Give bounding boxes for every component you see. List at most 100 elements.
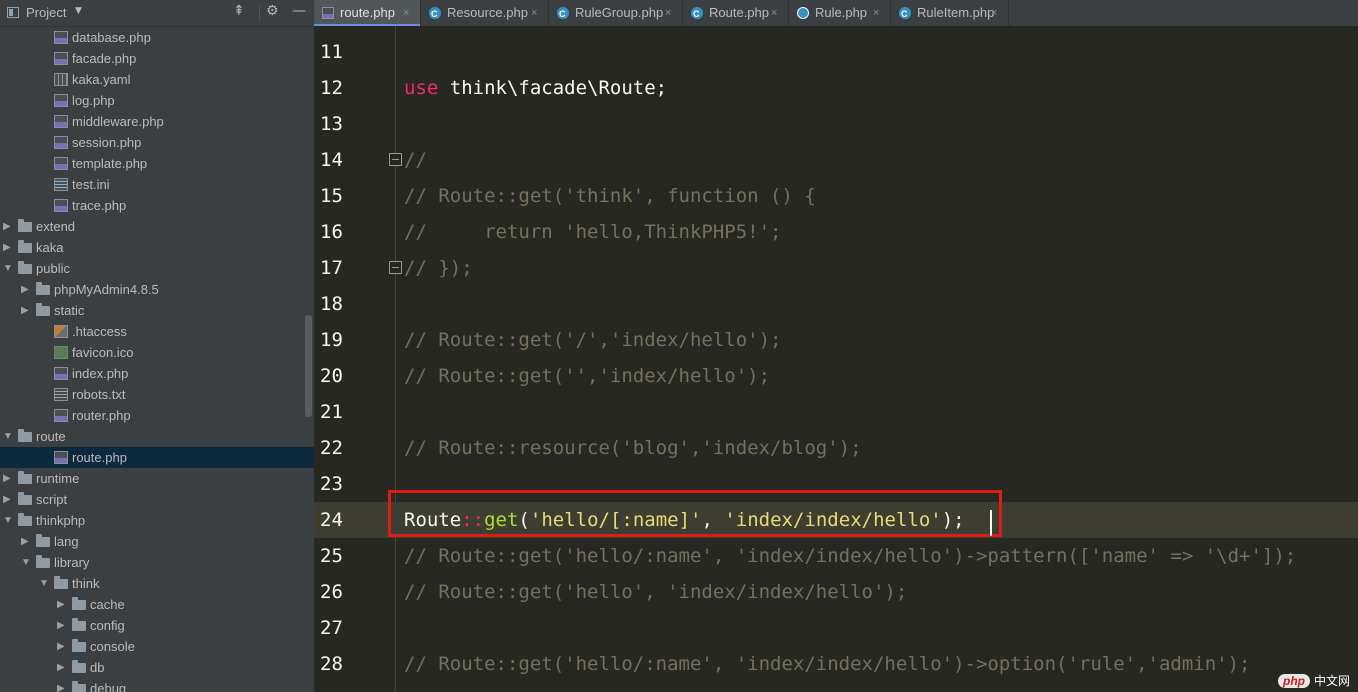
fold-marker-icon[interactable] xyxy=(389,261,402,274)
collapsed-arrow-icon[interactable]: ▶ xyxy=(21,279,31,300)
collapsed-arrow-icon[interactable]: ▶ xyxy=(3,237,13,258)
fold-marker-icon[interactable] xyxy=(389,153,402,166)
tree-file[interactable]: session.php xyxy=(0,132,314,153)
hide-panel-icon[interactable]: — xyxy=(292,3,306,19)
tree-file[interactable]: facade.php xyxy=(0,48,314,69)
project-view-selector[interactable]: Project xyxy=(26,5,66,20)
line-number: 25 xyxy=(320,545,343,567)
tree-file[interactable]: test.ini xyxy=(0,174,314,195)
code-line[interactable]: 12 use think\facade\Route; xyxy=(314,70,1358,106)
tree-item-label: phpMyAdmin4.8.5 xyxy=(54,282,159,297)
code-line[interactable]: 27 xyxy=(314,610,1358,646)
close-icon[interactable]: × xyxy=(873,0,879,26)
tree-file[interactable]: route.php xyxy=(0,447,314,468)
htaccess-file-icon xyxy=(54,325,68,338)
collapsed-arrow-icon[interactable]: ▶ xyxy=(3,216,13,237)
code-line[interactable]: 22 // Route::resource('blog','index/blog'… xyxy=(314,430,1358,466)
tree-item-label: kaka.yaml xyxy=(72,72,131,87)
tree-folder[interactable]: ▶ cache xyxy=(0,594,314,615)
code-line[interactable]: 19 // Route::get('/','index/hello'); xyxy=(314,322,1358,358)
code-line[interactable]: 11 xyxy=(314,34,1358,70)
close-icon[interactable]: × xyxy=(991,0,997,26)
collapsed-arrow-icon[interactable]: ▶ xyxy=(21,531,31,552)
tree-folder[interactable]: ▶ debug xyxy=(0,678,314,692)
tree-file[interactable]: robots.txt xyxy=(0,384,314,405)
tree-folder[interactable]: ▼ thinkphp xyxy=(0,510,314,531)
line-number: 24 xyxy=(320,509,343,531)
tree-folder[interactable]: ▶ config xyxy=(0,615,314,636)
tree-folder[interactable]: ▶ db xyxy=(0,657,314,678)
tree-item-label: .htaccess xyxy=(72,324,127,339)
folder-icon xyxy=(72,660,86,673)
tree-folder[interactable]: ▶ phpMyAdmin4.8.5 xyxy=(0,279,314,300)
tree-scrollbar[interactable] xyxy=(305,315,312,417)
tree-file[interactable]: router.php xyxy=(0,405,314,426)
collapsed-arrow-icon[interactable]: ▶ xyxy=(3,489,13,510)
class-icon xyxy=(557,1,569,27)
collapsed-arrow-icon[interactable]: ▶ xyxy=(57,678,67,692)
tab-label: Route.php xyxy=(709,5,769,20)
collapsed-arrow-icon[interactable]: ▶ xyxy=(3,468,13,489)
editor-tab[interactable]: Route.php× xyxy=(683,0,789,27)
tree-item-label: runtime xyxy=(36,471,80,486)
tree-folder[interactable]: ▼ public xyxy=(0,258,314,279)
code-line[interactable]: 26 // Route::get('hello', 'index/index/he… xyxy=(314,574,1358,610)
tree-folder[interactable]: ▶ script xyxy=(0,489,314,510)
collapsed-arrow-icon[interactable]: ▶ xyxy=(57,594,67,615)
editor-tab[interactable]: RuleGroup.php× xyxy=(549,0,683,27)
tree-folder[interactable]: ▶ kaka xyxy=(0,237,314,258)
editor-tab[interactable]: RuleItem.php× xyxy=(891,0,1009,27)
gear-icon[interactable]: ⚙ xyxy=(266,3,279,19)
code-line[interactable]: 18 xyxy=(314,286,1358,322)
collapsed-arrow-icon[interactable]: ▶ xyxy=(57,636,67,657)
chevron-down-icon[interactable]: ▼ xyxy=(75,6,82,16)
tree-folder[interactable]: ▼ library xyxy=(0,552,314,573)
close-icon[interactable]: × xyxy=(665,0,671,26)
tree-folder[interactable]: ▶ console xyxy=(0,636,314,657)
code-token: // Route::get('','index/hello'); xyxy=(404,365,771,387)
collapsed-arrow-icon[interactable]: ▶ xyxy=(57,615,67,636)
folder-icon xyxy=(18,492,32,505)
tab-label: Resource.php xyxy=(447,5,528,20)
editor-tab[interactable]: Rule.php × xyxy=(789,0,891,26)
code-line[interactable]: 16 // return 'hello,ThinkPHP5!'; xyxy=(314,214,1358,250)
code-line[interactable]: 20 // Route::get('','index/hello'); xyxy=(314,358,1358,394)
expanded-arrow-icon[interactable]: ▼ xyxy=(21,552,31,573)
code-line[interactable]: 21 xyxy=(314,394,1358,430)
expanded-arrow-icon[interactable]: ▼ xyxy=(3,258,13,279)
editor-tab[interactable]: route.php × xyxy=(314,0,421,26)
close-icon[interactable]: × xyxy=(771,0,777,26)
tree-file[interactable]: log.php xyxy=(0,90,314,111)
tree-file[interactable]: index.php xyxy=(0,363,314,384)
close-icon[interactable]: × xyxy=(403,0,409,26)
expanded-arrow-icon[interactable]: ▼ xyxy=(39,573,49,594)
tree-folder[interactable]: ▼ think xyxy=(0,573,314,594)
tree-file[interactable]: kaka.yaml xyxy=(0,69,314,90)
tree-file[interactable]: .htaccess xyxy=(0,321,314,342)
collapsed-arrow-icon[interactable]: ▶ xyxy=(57,657,67,678)
editor-tab[interactable]: Resource.php× xyxy=(421,0,549,27)
tree-file[interactable]: template.php xyxy=(0,153,314,174)
tree-file[interactable]: middleware.php xyxy=(0,111,314,132)
tree-folder[interactable]: ▶ lang xyxy=(0,531,314,552)
tree-file[interactable]: trace.php xyxy=(0,195,314,216)
code-line[interactable]: 14 // xyxy=(314,142,1358,178)
tree-folder[interactable]: ▶ static xyxy=(0,300,314,321)
code-line[interactable]: 15 // Route::get('think', function () { xyxy=(314,178,1358,214)
code-editor[interactable]: 11 12 use think\facade\Route; 13 14 // 15 // Ro… xyxy=(314,26,1358,692)
folder-icon xyxy=(18,429,32,442)
code-line[interactable]: 25 // Route::get('hello/:name', 'index/in… xyxy=(314,538,1358,574)
expanded-arrow-icon[interactable]: ▼ xyxy=(3,426,13,447)
tree-folder[interactable]: ▶ extend xyxy=(0,216,314,237)
tree-file[interactable]: favicon.ico xyxy=(0,342,314,363)
code-line[interactable]: 28 // Route::get('hello/:name', 'index/in… xyxy=(314,646,1358,682)
tree-folder[interactable]: ▼ route xyxy=(0,426,314,447)
code-line[interactable]: 17 // }); xyxy=(314,250,1358,286)
collapse-all-icon[interactable]: ⇞ xyxy=(233,3,245,19)
tree-file[interactable]: database.php xyxy=(0,27,314,48)
expanded-arrow-icon[interactable]: ▼ xyxy=(3,510,13,531)
code-line[interactable]: 13 xyxy=(314,106,1358,142)
close-icon[interactable]: × xyxy=(531,0,537,26)
collapsed-arrow-icon[interactable]: ▶ xyxy=(21,300,31,321)
tree-folder[interactable]: ▶ runtime xyxy=(0,468,314,489)
